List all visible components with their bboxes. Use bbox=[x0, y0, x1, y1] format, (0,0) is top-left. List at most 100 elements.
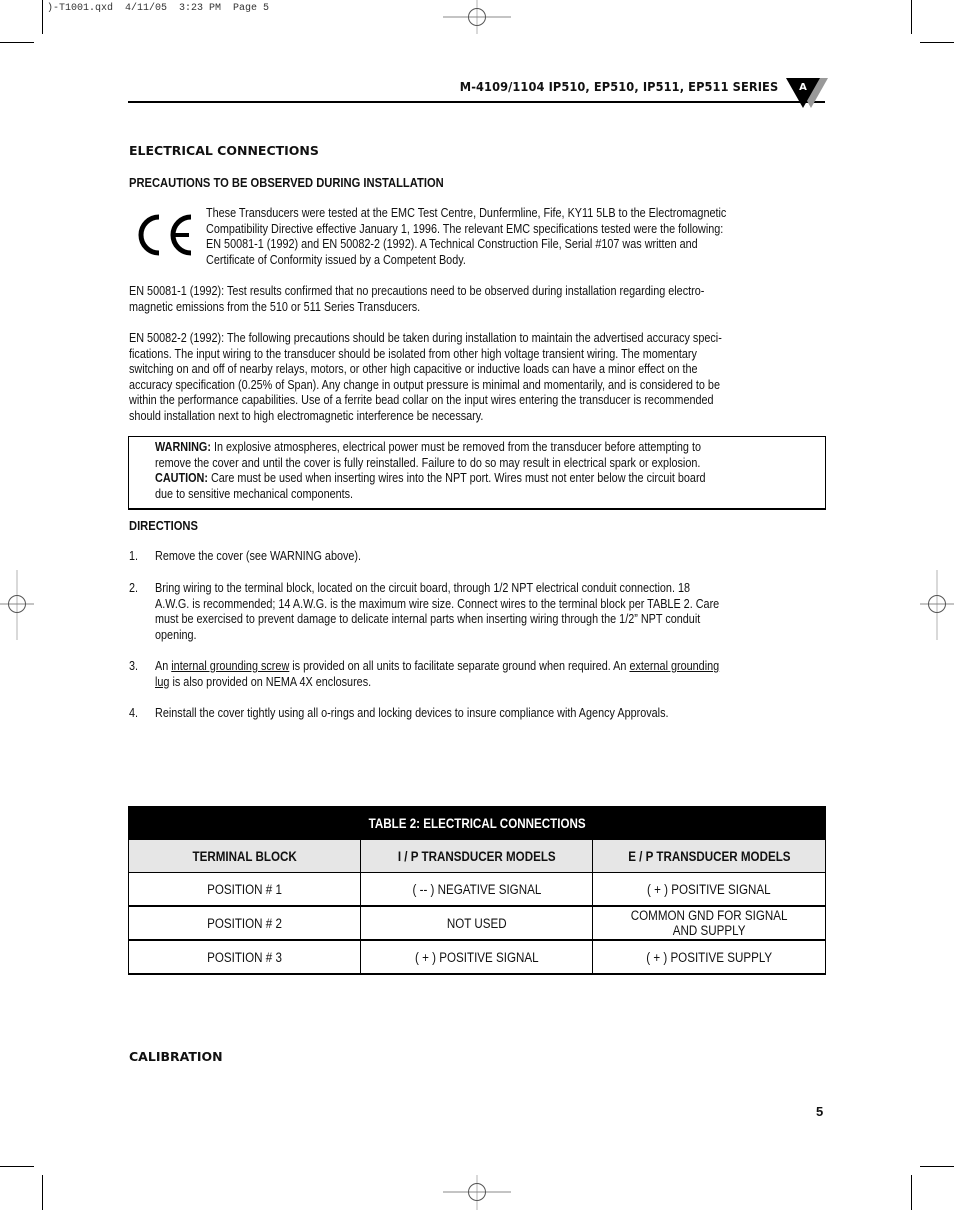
paragraph-en50081: EN 50081-1 (1992): Test results confirme… bbox=[129, 284, 824, 315]
registration-mark-right bbox=[920, 570, 954, 640]
print-slug: )-T1001.qxd 4/11/05 3:23 PM Page 5 bbox=[47, 3, 270, 14]
caution-label: CAUTION: bbox=[155, 471, 208, 486]
table-cell: POSITION # 3 bbox=[127, 939, 362, 975]
caution-line: CAUTION: Care must be used when insertin… bbox=[155, 471, 834, 487]
crop-mark bbox=[42, 0, 43, 34]
table-cell: ( -- ) NEGATIVE SIGNAL bbox=[360, 872, 594, 907]
table-cell: COMMON GND FOR SIGNAL AND SUPPLY bbox=[592, 905, 826, 941]
text-line: opening. bbox=[155, 627, 197, 642]
text-line: An internal grounding screw is provided … bbox=[155, 659, 843, 675]
cell-text-line: COMMON GND FOR SIGNAL bbox=[630, 908, 788, 923]
external-grounding-lug-term: lug bbox=[155, 674, 170, 689]
list-number: 2. bbox=[129, 581, 139, 595]
column-header-text: E / P TRANSDUCER MODELS bbox=[627, 848, 791, 864]
cell-text: NOT USED bbox=[446, 915, 507, 931]
text-line: Remove the cover (see WARNING above). bbox=[155, 549, 362, 563]
list-item: An internal grounding screw is provided … bbox=[155, 659, 843, 690]
column-header-text: I / P TRANSDUCER MODELS bbox=[397, 848, 556, 864]
text-line: Bring wiring to the terminal block, loca… bbox=[155, 581, 691, 595]
text-line: lug is also provided on NEMA 4X enclosur… bbox=[155, 675, 843, 691]
crop-mark bbox=[42, 1175, 43, 1210]
table-cell: POSITION # 1 bbox=[127, 872, 362, 907]
text-span: is also provided on NEMA 4X enclosures. bbox=[169, 674, 372, 689]
calibration-heading: CALIBRATION bbox=[129, 1049, 223, 1064]
caution-line: due to sensitive mechanical components. bbox=[155, 486, 354, 501]
crop-mark bbox=[911, 1175, 912, 1210]
cell-text: ( + ) POSITIVE SIGNAL bbox=[414, 949, 539, 965]
cell-text: ( + ) POSITIVE SUPPLY bbox=[646, 949, 773, 965]
cell-text: POSITION # 1 bbox=[207, 881, 282, 897]
table-cell: ( + ) POSITIVE SIGNAL bbox=[592, 872, 826, 907]
text-line: Reinstall the cover tightly using all o-… bbox=[155, 706, 669, 720]
text-line: magnetic emissions from the 510 or 511 S… bbox=[129, 299, 421, 314]
column-header: TERMINAL BLOCK bbox=[127, 839, 362, 873]
cell-text: COMMON GND FOR SIGNAL AND SUPPLY bbox=[631, 908, 788, 938]
running-header-title: M-4109/1104 IP510, EP510, IP511, EP511 S… bbox=[459, 80, 778, 94]
internal-grounding-screw-term: internal grounding screw bbox=[171, 659, 290, 673]
table-row: POSITION # 3 ( + ) POSITIVE SIGNAL ( + )… bbox=[127, 939, 826, 975]
table-cell: POSITION # 2 bbox=[127, 905, 362, 941]
registration-mark-bottom bbox=[443, 1175, 511, 1210]
text-span: An bbox=[155, 659, 172, 673]
table-caption: TABLE 2: ELECTRICAL CONNECTIONS bbox=[128, 806, 826, 840]
ce-paragraph: These Transducers were tested at the EMC… bbox=[206, 206, 825, 268]
table-electrical-connections: TABLE 2: ELECTRICAL CONNECTIONS TERMINAL… bbox=[127, 806, 826, 975]
column-header: E / P TRANSDUCER MODELS bbox=[592, 839, 826, 873]
crop-mark bbox=[911, 0, 912, 34]
section-badge-icon: A bbox=[786, 78, 828, 108]
warning-text: WARNING: In explosive atmospheres, elect… bbox=[155, 440, 834, 502]
list-number: 1. bbox=[129, 549, 139, 563]
directions-heading: DIRECTIONS bbox=[129, 518, 198, 533]
text-line: must be exercised to prevent damage to d… bbox=[155, 612, 701, 627]
warning-label: WARNING: bbox=[155, 440, 211, 454]
text-line: EN 50082-2 (1992): The following precaut… bbox=[129, 331, 722, 345]
crop-mark bbox=[920, 1166, 954, 1167]
table-cell: ( + ) POSITIVE SUPPLY bbox=[592, 939, 826, 975]
external-grounding-lug-term: external grounding bbox=[629, 659, 720, 673]
text-span: Care must be used when inserting wires i… bbox=[207, 471, 706, 486]
page-number: 5 bbox=[816, 1104, 824, 1119]
text-line: accuracy specification (0.25% of Span). … bbox=[129, 377, 720, 392]
registration-mark-top bbox=[443, 0, 511, 34]
cell-text: ( -- ) NEGATIVE SIGNAL bbox=[412, 881, 542, 897]
crop-mark bbox=[0, 42, 34, 43]
column-header-text: TERMINAL BLOCK bbox=[192, 848, 297, 864]
text-line: Certificate of Conformity issued by a Co… bbox=[206, 252, 466, 267]
cell-text: ( + ) POSITIVE SIGNAL bbox=[647, 881, 771, 897]
text-line: EN 50081-1 (1992) and EN 50082-2 (1992).… bbox=[206, 237, 698, 252]
text-line: A.W.G. is recommended; 14 A.W.G. is the … bbox=[155, 596, 720, 611]
list-item: Bring wiring to the terminal block, loca… bbox=[155, 581, 843, 643]
header-rule bbox=[128, 101, 825, 103]
section-heading: ELECTRICAL CONNECTIONS bbox=[129, 143, 319, 158]
crop-mark bbox=[920, 42, 954, 43]
list-number: 3. bbox=[129, 659, 139, 673]
text-line: Compatibility Directive effective Januar… bbox=[206, 221, 724, 236]
crop-mark bbox=[0, 1166, 34, 1167]
text-line: should installation next to high electro… bbox=[129, 408, 484, 423]
cell-text-line: AND SUPPLY bbox=[672, 923, 746, 938]
table-cell: NOT USED bbox=[360, 905, 594, 941]
warning-line: remove the cover and until the cover is … bbox=[155, 455, 701, 470]
text-span: is provided on all units to facilitate s… bbox=[289, 659, 630, 673]
text-line: EN 50081-1 (1992): Test results confirme… bbox=[129, 284, 705, 298]
warning-line: WARNING: In explosive atmospheres, elect… bbox=[155, 440, 834, 456]
paragraph-en50082: EN 50082-2 (1992): The following precaut… bbox=[129, 331, 824, 425]
text-line: These Transducers were tested at the EMC… bbox=[206, 206, 727, 220]
cell-text: POSITION # 3 bbox=[207, 949, 282, 965]
table-row: POSITION # 1 ( -- ) NEGATIVE SIGNAL ( + … bbox=[127, 872, 826, 907]
section-badge-letter: A bbox=[799, 82, 807, 93]
cell-text: POSITION # 2 bbox=[207, 915, 282, 931]
text-span: In explosive atmospheres, electrical pow… bbox=[210, 440, 701, 454]
registration-mark-left bbox=[0, 570, 34, 640]
list-number: 4. bbox=[129, 706, 139, 720]
table-cell: ( + ) POSITIVE SIGNAL bbox=[360, 939, 594, 975]
ce-mark-icon bbox=[138, 214, 192, 256]
table-caption-text: TABLE 2: ELECTRICAL CONNECTIONS bbox=[368, 815, 586, 831]
list-item: Remove the cover (see WARNING above). bbox=[155, 549, 824, 565]
table-row: POSITION # 2 NOT USED COMMON GND FOR SIG… bbox=[127, 905, 826, 941]
column-header: I / P TRANSDUCER MODELS bbox=[360, 839, 594, 873]
subheading-precautions: PRECAUTIONS TO BE OBSERVED DURING INSTAL… bbox=[129, 175, 444, 190]
text-line: switching on and off of nearby relays, m… bbox=[129, 362, 698, 377]
text-line: fications. The input wiring to the trans… bbox=[129, 346, 697, 361]
text-line: within the performance capabilities. Use… bbox=[129, 393, 714, 408]
